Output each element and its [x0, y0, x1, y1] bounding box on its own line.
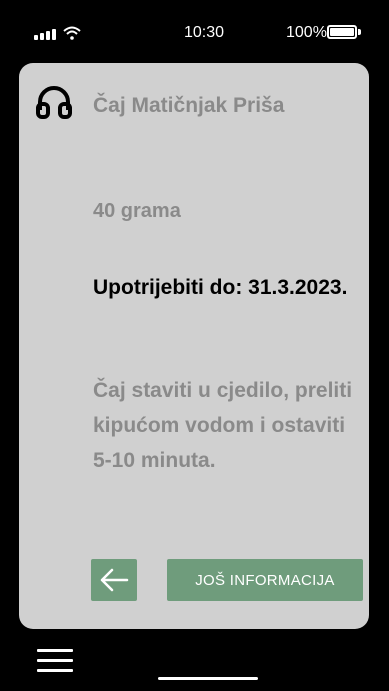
hamburger-menu-icon[interactable] [37, 645, 73, 677]
more-info-button[interactable]: JOŠ INFORMACIJA [167, 559, 363, 601]
product-name: Čaj Matičnjak Priša [93, 94, 285, 117]
battery-percent: 100% [286, 24, 327, 41]
signal-wifi-group [34, 26, 81, 40]
preparation-instructions: Čaj staviti u cjedilo, preliti kipućom v… [93, 379, 353, 472]
product-weight: 40 grama [93, 200, 181, 222]
status-bar: 10:30 100% [0, 0, 389, 62]
arrow-left-icon [100, 568, 129, 592]
signal-icon [34, 29, 56, 40]
product-card: Čaj Matičnjak Priša 40 grama Upotrijebit… [19, 63, 369, 629]
back-button[interactable] [91, 559, 137, 601]
battery-tip [358, 29, 361, 35]
expiry-date: Upotrijebiti do: 31.3.2023. [93, 276, 348, 299]
headphones-icon[interactable] [35, 84, 73, 120]
battery-icon [327, 25, 357, 39]
wifi-icon [63, 26, 81, 40]
status-time: 10:30 [184, 24, 225, 41]
home-indicator[interactable] [158, 677, 258, 680]
bottom-bar [0, 629, 389, 691]
